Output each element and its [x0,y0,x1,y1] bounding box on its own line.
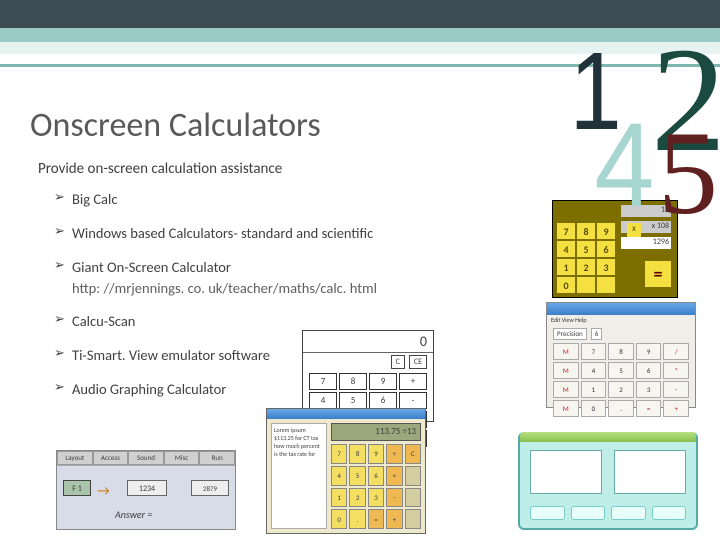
decor-number-5: 5 [658,104,718,242]
bullet-link: http: //mrjennings. co. uk/teacher/maths… [72,279,424,298]
list-item: Giant On-Screen Calculator http: //mrjen… [54,258,424,298]
page-subtitle: Provide on-screen calculation assistance [38,160,282,178]
result-box: 2879 [191,480,229,496]
bullet-label: Big Calc [72,190,117,208]
ti-smartview-illustration: Lorem ipsum $113.25 for CT tax how much … [266,408,426,534]
decor-number-1: 1 [569,28,621,155]
titlebar [267,409,425,419]
panel [530,450,602,494]
bullet-label: Giant On-Screen Calculator [72,258,231,276]
bullet-label: Audio Graphing Calculator [72,380,226,398]
button-row [530,506,686,520]
calc-equals: = [645,261,671,287]
tab-row: LayoutAccessSoundMiscRun [57,451,235,465]
list-item: Windows based Calculators- standard and … [54,224,424,243]
calcu-scan-illustration: LayoutAccessSoundMiscRun F 1 → 1234 2879… [56,450,236,530]
menu-bar: Edit View Help [547,315,695,325]
bullet-label: Ti-Smart. View emulator software [72,346,270,364]
list-item: Big Calc [54,190,424,209]
bullet-label: Calcu-Scan [72,312,135,330]
calc-display: 0 [303,331,433,353]
audio-graphing-illustration [518,432,698,530]
calc-keypad: M789/ M456* M123- M0.=+ [553,343,689,417]
calc-keypad: 789÷C 456× 123- 0.=+ [331,444,421,529]
arrow-icon: → [97,482,110,499]
panel [614,450,686,494]
problem-text: Lorem ipsum $113.25 for CT tax how much … [271,423,327,529]
f1-button: F 1 [63,480,91,496]
titlebar [547,303,695,315]
titlebar [520,432,696,442]
page-title: Onscreen Calculators [30,105,321,146]
clear-row: CCE [303,353,433,371]
windows-calc-illustration: Edit View Help Precision6 M789/ M456* M1… [546,302,696,408]
bullet-label: Windows based Calculators- standard and … [72,224,373,242]
precision-row: Precision6 [553,328,689,340]
list-item: Calcu-Scan [54,312,424,331]
calc-display: 113.75 ÷13 [331,423,421,441]
value-box: 1234 [127,480,167,496]
answer-label: Answer = [115,508,152,521]
